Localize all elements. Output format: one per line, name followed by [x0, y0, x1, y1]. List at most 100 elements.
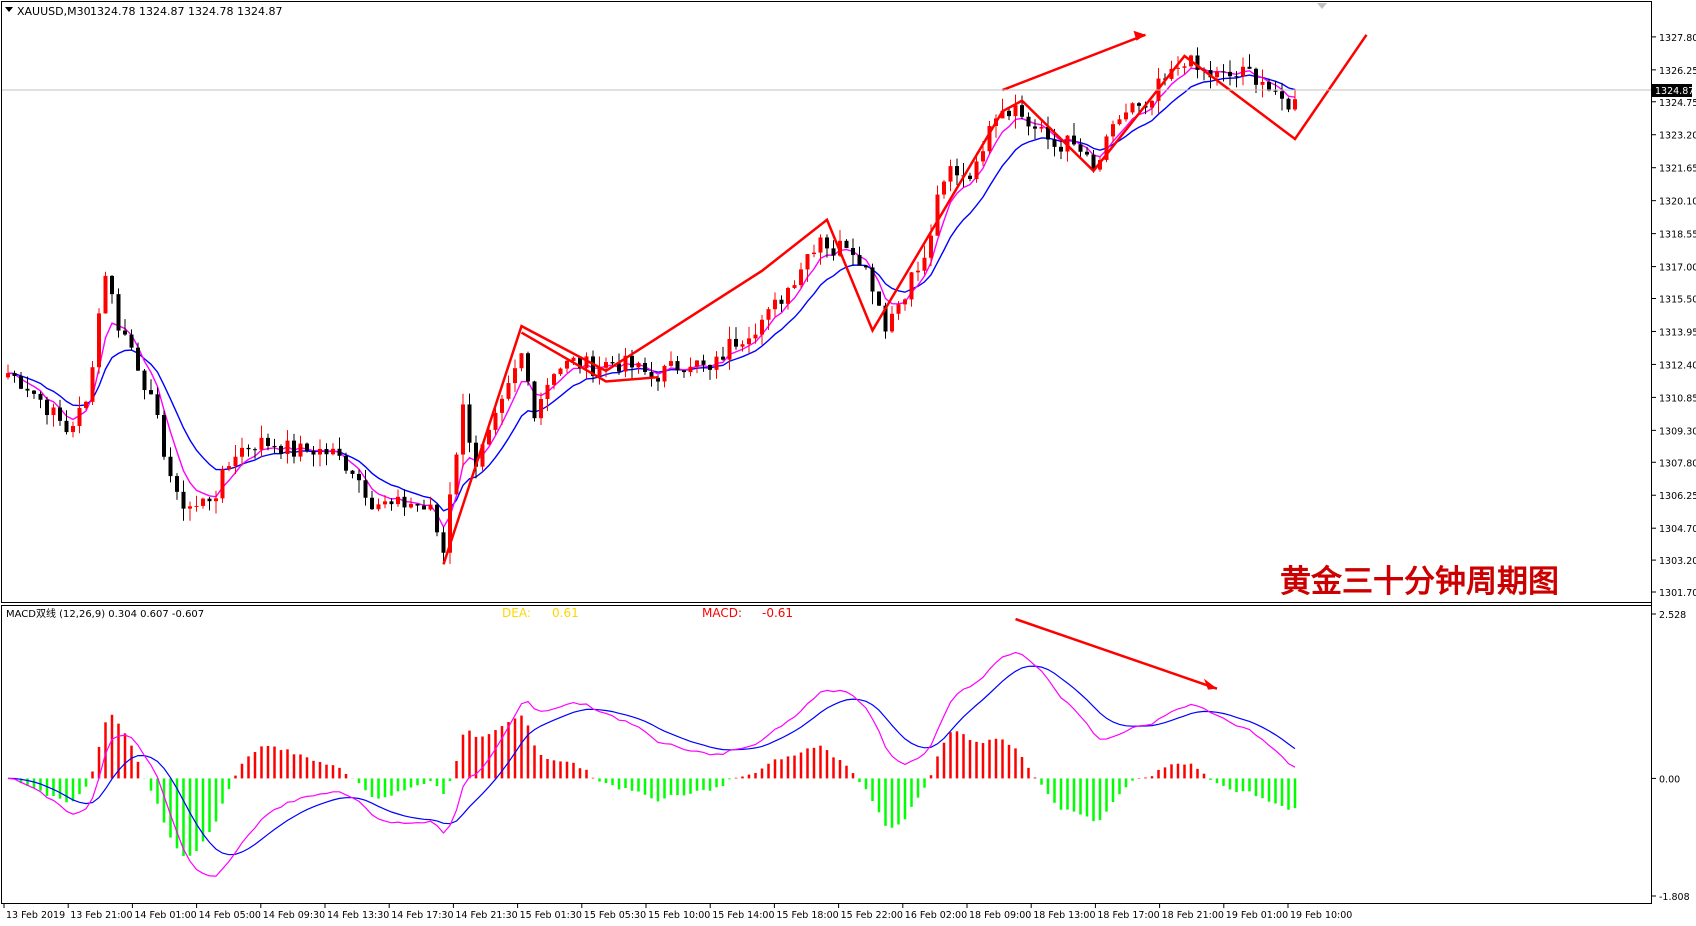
- candle-body: [844, 240, 849, 249]
- candle-body: [318, 448, 322, 455]
- candle-body: [350, 470, 355, 474]
- candle-body: [896, 304, 901, 314]
- candle-body: [688, 366, 693, 373]
- candle-body: [1234, 76, 1239, 78]
- candle-body: [110, 275, 114, 295]
- candle-body: [435, 504, 439, 533]
- candle-body: [38, 393, 43, 400]
- price-tick-label: 1321.65: [1659, 164, 1696, 175]
- candle-body: [441, 532, 446, 553]
- macd-tick-label: -1.808: [1659, 892, 1690, 903]
- candle-body: [305, 443, 309, 451]
- candle-body: [409, 503, 413, 508]
- time-tick-label: 15 Feb 14:00: [712, 910, 774, 921]
- chart-title-cn: 黄金三十分钟周期图: [1280, 564, 1559, 600]
- candle-body: [903, 299, 907, 305]
- candle-body: [292, 440, 296, 457]
- candle-body: [298, 443, 303, 457]
- candle-body: [77, 407, 82, 426]
- candle-body: [1020, 105, 1024, 117]
- time-tick-label: 19 Feb 10:00: [1290, 910, 1352, 921]
- candle-body: [714, 356, 719, 370]
- time-tick-label: 14 Feb 21:30: [455, 910, 517, 921]
- price-tick-label: 1320.10: [1659, 197, 1696, 208]
- candle-body: [1182, 66, 1187, 68]
- candle-body: [58, 407, 62, 421]
- candle-body: [779, 299, 784, 304]
- macd-value: -0.61: [762, 606, 793, 620]
- time-tick-label: 15 Feb 18:00: [776, 910, 838, 921]
- candle-body: [604, 362, 608, 368]
- candle-body: [428, 504, 433, 510]
- candle-body: [630, 355, 634, 368]
- candle-body: [389, 501, 394, 505]
- candle-body: [383, 501, 387, 505]
- candle-body: [1215, 71, 1219, 78]
- candle-body: [922, 257, 927, 271]
- candle-body: [357, 473, 361, 481]
- candle-body: [701, 360, 706, 365]
- candle-body: [259, 437, 264, 450]
- candle-body: [454, 454, 459, 495]
- candle-body: [695, 360, 699, 367]
- candle-body: [142, 370, 147, 391]
- candle-body: [1052, 139, 1057, 147]
- candle-body: [376, 504, 381, 510]
- price-tick-label: 1309.30: [1659, 426, 1696, 437]
- price-tick-label: 1313.95: [1659, 327, 1696, 338]
- candle-body: [116, 294, 121, 331]
- candle-body: [539, 398, 543, 419]
- candle-body: [948, 166, 953, 182]
- candle-body: [909, 272, 914, 300]
- candle-body: [981, 151, 985, 162]
- candle-body: [253, 449, 257, 451]
- candle-body: [324, 448, 329, 455]
- candle-body: [870, 267, 875, 292]
- candle-body: [246, 447, 251, 450]
- candle-body: [636, 362, 641, 368]
- candle-body: [532, 381, 537, 419]
- candle-body: [363, 480, 368, 498]
- candle-body: [45, 399, 49, 416]
- candle-body: [825, 237, 829, 249]
- price-tick-label: 1318.55: [1659, 230, 1696, 241]
- candle-body: [935, 194, 940, 236]
- time-axis: 13 Feb 2019 13 Feb 21:00 14 Feb 01:00 14 Fe…: [3, 904, 1352, 921]
- candle-body: [1072, 135, 1076, 145]
- time-tick-label: 13 Feb 21:00: [70, 910, 132, 921]
- candle-body: [760, 319, 764, 335]
- candle-body: [97, 313, 101, 368]
- candle-body: [805, 254, 810, 270]
- candle-body: [331, 448, 335, 455]
- time-tick-label: 14 Feb 17:30: [391, 910, 453, 921]
- candle-body: [675, 361, 680, 371]
- price-tick-label: 1306.25: [1659, 491, 1696, 502]
- candle-body: [188, 506, 192, 509]
- candle-body: [181, 491, 186, 509]
- candle-body: [968, 175, 972, 179]
- candle-body: [1267, 81, 1271, 91]
- candle-body: [162, 414, 166, 457]
- candle-body: [272, 445, 277, 447]
- candle-body: [467, 404, 472, 443]
- xauusd-m30-chart: XAUUSD,M30 1324.78 1324.87 1324.78 1324.…: [1, 1, 1696, 921]
- candle-body: [565, 360, 569, 369]
- candle-body: [493, 412, 498, 430]
- price-tick-label: 1301.70: [1659, 588, 1696, 599]
- candle-body: [194, 505, 199, 507]
- candle-body: [1286, 98, 1291, 110]
- candle-body: [877, 291, 881, 306]
- candle-body: [662, 365, 667, 382]
- candle-body: [1273, 90, 1278, 92]
- candle-body: [1260, 81, 1265, 85]
- candle-body: [136, 347, 140, 371]
- time-tick-label: 18 Feb 17:00: [1097, 910, 1159, 921]
- macd-axis: 2.528 0.00 -1.808: [1651, 610, 1690, 903]
- current-price-text: 1324.87: [1655, 86, 1694, 97]
- candle-body: [740, 344, 745, 347]
- candle-body: [1221, 71, 1226, 73]
- candle-body: [818, 237, 823, 253]
- candle-body: [916, 270, 920, 273]
- price-tick-label: 1304.70: [1659, 524, 1696, 535]
- candle-body: [233, 456, 238, 467]
